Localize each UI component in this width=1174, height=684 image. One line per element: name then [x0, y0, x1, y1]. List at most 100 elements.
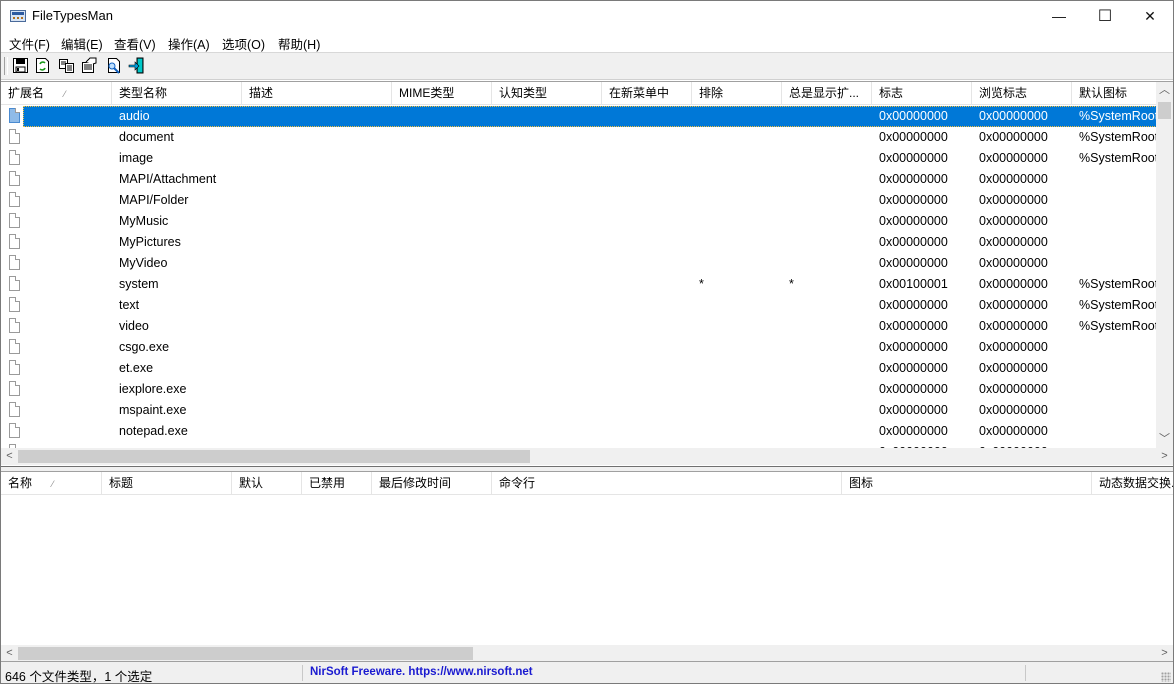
exit-button[interactable]	[128, 57, 145, 74]
menu-action[interactable]: 操作(A)	[168, 34, 210, 53]
menu-help[interactable]: 帮助(H)	[278, 34, 320, 53]
app-icon	[10, 10, 26, 22]
cell-perceived	[499, 148, 602, 169]
column-header-type-name[interactable]: 类型名称	[112, 82, 242, 104]
scroll-left-icon[interactable]: <	[1, 448, 18, 465]
cell-browse-flags: 0x00000000	[979, 319, 1048, 333]
file-type-row[interactable]: document 0x00000000 0x00000000 %SystemRoot	[1, 127, 1157, 148]
upper-vertical-scroll-thumb[interactable]	[1158, 102, 1171, 119]
scroll-left-icon[interactable]: <	[1, 645, 18, 662]
menu-file[interactable]: 文件(F)	[9, 34, 50, 53]
column-header-browse-flags[interactable]: 浏览标志	[972, 82, 1072, 104]
file-icon	[9, 255, 20, 270]
cell-flags: 0x00000000	[879, 382, 948, 396]
scroll-up-icon[interactable]: ︿	[1156, 82, 1173, 99]
find-button[interactable]	[105, 57, 122, 74]
cell-desc	[249, 379, 392, 400]
file-icon	[9, 129, 20, 144]
scroll-right-icon[interactable]: >	[1156, 448, 1173, 465]
column-header-icon[interactable]: 图标	[842, 472, 1092, 494]
file-type-row[interactable]: mspaint.exe 0x00000000 0x00000000	[1, 400, 1157, 421]
column-header-command-line[interactable]: 命令行	[492, 472, 842, 494]
file-type-row[interactable]: MyMusic 0x00000000 0x00000000	[1, 211, 1157, 232]
copy-button[interactable]	[58, 57, 75, 74]
cell-always-show: *	[789, 277, 794, 291]
cell-flags: 0x00000000	[879, 319, 948, 333]
cell-always-show	[789, 253, 872, 274]
cell-always-show	[789, 148, 872, 169]
cell-perceived	[499, 421, 602, 442]
cell-mime	[399, 316, 492, 337]
refresh-button[interactable]	[34, 57, 51, 74]
cell-exclude: *	[699, 277, 704, 291]
column-header-flags[interactable]: 标志	[872, 82, 972, 104]
lower-horizontal-scrollbar[interactable]: < >	[1, 645, 1173, 662]
column-header-perceived-type[interactable]: 认知类型	[492, 82, 602, 104]
nirsoft-link[interactable]: NirSoft Freeware. https://www.nirsoft.ne…	[310, 666, 533, 678]
toolbar-grip[interactable]	[4, 57, 8, 75]
upper-vertical-scrollbar[interactable]: ︿ ﹀	[1156, 82, 1173, 448]
column-header-mime-type[interactable]: MIME类型	[392, 82, 492, 104]
column-header-modified-time[interactable]: 最后修改时间	[372, 472, 492, 494]
cell-browse-flags: 0x00000000	[979, 151, 1048, 165]
upper-horizontal-scrollbar[interactable]: < >	[1, 448, 1173, 465]
cell-mime	[399, 337, 492, 358]
cell-browse-flags: 0x00000000	[979, 382, 1048, 396]
maximize-button[interactable]: ☐	[1082, 1, 1128, 31]
scroll-right-icon[interactable]: >	[1156, 645, 1173, 662]
menu-options[interactable]: 选项(O)	[222, 34, 265, 53]
file-type-row[interactable]: system * * 0x00100001 0x00000000 %SystemRoot	[1, 274, 1157, 295]
file-icon	[9, 402, 20, 417]
column-header-name[interactable]: 名称 ⁄	[1, 472, 102, 494]
cell-exclude	[699, 232, 782, 253]
lower-horizontal-scroll-thumb[interactable]	[18, 647, 474, 660]
file-type-row[interactable]: csgo.exe 0x00000000 0x00000000	[1, 337, 1157, 358]
file-type-row[interactable]: MyVideo 0x00000000 0x00000000	[1, 253, 1157, 274]
column-header-default[interactable]: 默认	[232, 472, 302, 494]
properties-button[interactable]	[81, 57, 98, 74]
cell-exclude	[699, 337, 782, 358]
cell-browse-flags: 0x00000000	[979, 340, 1048, 354]
file-type-row[interactable]: MyPictures 0x00000000 0x00000000	[1, 232, 1157, 253]
save-button[interactable]	[12, 57, 29, 74]
find-icon	[108, 58, 120, 74]
column-header-disabled[interactable]: 已禁用	[302, 472, 372, 494]
cell-always-show	[789, 337, 872, 358]
window-title: FileTypesMan	[32, 8, 113, 23]
cell-browse-flags: 0x00000000	[979, 361, 1048, 375]
upper-horizontal-scroll-thumb[interactable]	[18, 450, 531, 463]
file-type-row[interactable]: iexplore.exe 0x00000000 0x00000000	[1, 379, 1157, 400]
column-header-default-icon[interactable]: 默认图标	[1072, 82, 1162, 104]
cell-mime	[399, 421, 492, 442]
file-type-row[interactable]: text 0x00000000 0x00000000 %SystemRoot	[1, 295, 1157, 316]
cell-desc	[249, 232, 392, 253]
menu-view[interactable]: 查看(V)	[114, 34, 156, 53]
file-icon	[9, 360, 20, 375]
resize-grip-icon[interactable]	[1161, 672, 1171, 682]
file-type-row[interactable]: MAPI/Folder 0x00000000 0x00000000	[1, 190, 1157, 211]
file-icon	[9, 192, 20, 207]
column-header-always-show-ext[interactable]: 总是显示扩...	[782, 82, 872, 104]
close-button[interactable]: ✕	[1127, 1, 1173, 31]
actions-list[interactable]: 名称 ⁄ 标题 默认 已禁用 最后修改时间 命令行 图标 动态数据交换... < …	[1, 471, 1173, 662]
column-header-exclude[interactable]: 排除	[692, 82, 782, 104]
cell-mime	[399, 211, 492, 232]
column-header-in-new-menu[interactable]: 在新菜单中	[602, 82, 692, 104]
file-type-row[interactable]: audio 0x00000000 0x00000000 %SystemRoot	[1, 106, 1157, 127]
file-type-row[interactable]: et.exe 0x00000000 0x00000000	[1, 358, 1157, 379]
file-type-row[interactable]: image 0x00000000 0x00000000 %SystemRoot	[1, 148, 1157, 169]
file-icon	[9, 381, 20, 396]
minimize-button[interactable]: —	[1036, 1, 1082, 31]
column-header-extension[interactable]: 扩展名 ⁄	[1, 82, 112, 104]
file-type-row[interactable]: MAPI/Attachment 0x00000000 0x00000000	[1, 169, 1157, 190]
file-type-row[interactable]: video 0x00000000 0x00000000 %SystemRoot	[1, 316, 1157, 337]
column-header-dde[interactable]: 动态数据交换...	[1092, 472, 1173, 494]
menu-edit[interactable]: 编辑(E)	[61, 34, 103, 53]
file-type-row[interactable]: notepad.exe 0x00000000 0x00000000	[1, 421, 1157, 442]
file-types-list[interactable]: 扩展名 ⁄ 类型名称 描述 MIME类型 认知类型 在新菜单中 排除 总是显示扩.…	[1, 81, 1173, 467]
column-header-title[interactable]: 标题	[102, 472, 232, 494]
cell-type: MAPI/Folder	[119, 193, 189, 207]
column-header-description[interactable]: 描述	[242, 82, 392, 104]
cell-always-show	[789, 106, 872, 127]
scroll-down-icon[interactable]: ﹀	[1156, 431, 1173, 448]
